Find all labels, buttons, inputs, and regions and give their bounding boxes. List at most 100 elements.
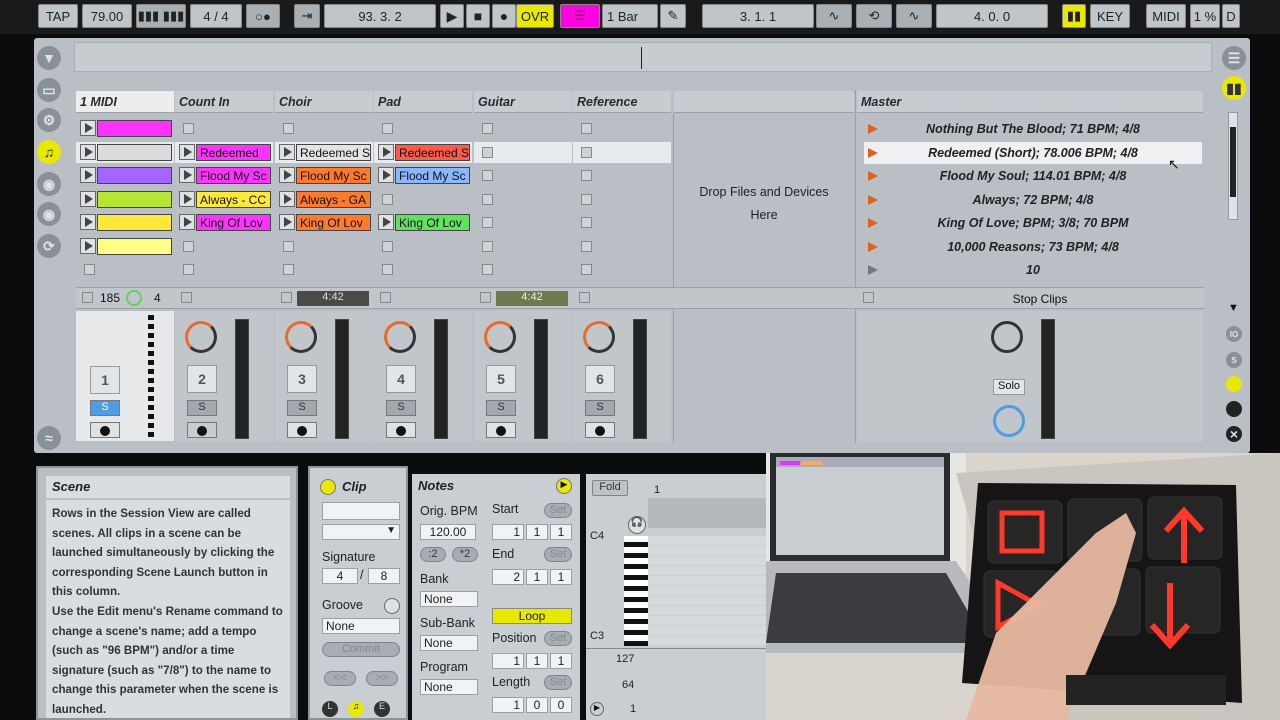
clip-slot[interactable] <box>76 212 174 233</box>
track-header-choir[interactable]: Choir <box>275 91 373 113</box>
loop-start[interactable]: 3. 1. 1 <box>702 4 814 28</box>
clip[interactable]: Redeemed <box>196 144 271 161</box>
scene-launch-icon[interactable] <box>868 124 878 134</box>
drop-zone[interactable]: Drop Files and Devices Here <box>674 115 854 285</box>
record-button[interactable]: ● <box>492 4 516 28</box>
play-icon[interactable] <box>80 167 96 183</box>
play-icon[interactable] <box>279 191 295 207</box>
overdub-button[interactable]: OVR <box>516 4 554 28</box>
track-number[interactable]: 6 <box>585 365 615 393</box>
half-button[interactable]: :2 <box>420 547 446 562</box>
metronome-toggle[interactable]: ○● <box>246 4 280 28</box>
io-icon[interactable]: IO <box>1226 326 1242 342</box>
session-record-icon[interactable]: ☰ <box>560 4 600 28</box>
program-select[interactable]: None <box>420 679 478 695</box>
arm-button[interactable] <box>287 422 317 438</box>
solo-button[interactable]: S <box>90 400 120 416</box>
clip-activator-icon[interactable] <box>320 479 336 495</box>
stop-icon[interactable] <box>382 123 393 134</box>
clip[interactable]: King Of Lov <box>196 214 271 231</box>
clip[interactable] <box>97 167 172 184</box>
track-header-reference[interactable]: Reference <box>573 91 671 113</box>
scene-launch-icon[interactable] <box>868 242 878 252</box>
session-view-icon[interactable]: ▮▮ <box>1222 76 1246 100</box>
clip[interactable]: King Of Lov <box>395 214 470 231</box>
play-icon[interactable] <box>179 214 195 230</box>
clip-slot[interactable] <box>573 236 671 257</box>
stop-icon[interactable] <box>283 241 294 252</box>
mixer-icon[interactable] <box>1226 376 1242 392</box>
orig-bpm-field[interactable]: 120.00 <box>420 524 476 540</box>
key-map-button[interactable]: KEY <box>1090 4 1130 28</box>
play-button[interactable]: ▶ <box>440 4 464 28</box>
clip-slot[interactable] <box>474 212 572 233</box>
stop-icon[interactable] <box>581 170 592 181</box>
scene-row[interactable]: Nothing But The Blood; 71 BPM; 4/8 <box>864 118 1202 140</box>
scene-scrollbar[interactable] <box>1228 112 1238 220</box>
clip-slot[interactable] <box>573 212 671 233</box>
clip[interactable] <box>97 144 172 161</box>
clip-slot[interactable] <box>474 118 572 139</box>
clip-slot[interactable] <box>374 118 472 139</box>
clip-slot[interactable] <box>573 165 671 186</box>
clip[interactable] <box>97 120 172 137</box>
tempo-field[interactable]: 79.00 <box>82 4 132 28</box>
overview-strip[interactable] <box>74 42 1212 72</box>
scene-launch-icon[interactable] <box>868 265 878 275</box>
play-icon[interactable]: ▶ <box>590 702 604 716</box>
play-icon[interactable] <box>179 167 195 183</box>
stop-icon[interactable] <box>581 194 592 205</box>
loop-brace[interactable] <box>648 498 766 528</box>
clip-slot[interactable]: King Of Lov <box>275 212 373 233</box>
clip-color-select[interactable]: ▼ <box>322 524 400 540</box>
song-position[interactable]: 93. 3. 2 <box>324 4 436 28</box>
play-icon[interactable] <box>179 191 195 207</box>
clip-slot[interactable] <box>474 189 572 210</box>
clip-slot[interactable]: Flood My Sc <box>275 165 373 186</box>
stop-clips-button[interactable]: Stop Clips <box>980 292 1100 306</box>
position-beat[interactable]: 1 <box>526 653 548 669</box>
start-sixteenth[interactable]: 1 <box>550 524 572 540</box>
play-icon[interactable] <box>279 214 295 230</box>
track-header-count-in[interactable]: Count In <box>175 91 273 113</box>
tap-button[interactable]: TAP <box>38 4 78 28</box>
stop-icon[interactable] <box>183 123 194 134</box>
stop-icon[interactable] <box>82 292 93 303</box>
clip-slot[interactable] <box>374 259 472 280</box>
play-icon[interactable] <box>80 120 96 136</box>
solo-button[interactable]: S <box>585 400 615 416</box>
subbank-select[interactable]: None <box>420 635 478 651</box>
clip[interactable]: Flood My Sc <box>395 167 470 184</box>
scene-launch-icon[interactable] <box>868 195 878 205</box>
play-icon[interactable] <box>378 214 394 230</box>
stop-icon[interactable] <box>581 241 592 252</box>
clips-icon[interactable]: ◉ <box>37 202 61 226</box>
clip[interactable] <box>97 214 172 231</box>
clip-slot[interactable] <box>275 118 373 139</box>
clip-name-field[interactable] <box>322 502 400 520</box>
stop-icon[interactable] <box>482 147 493 158</box>
solo-button[interactable]: S <box>486 400 516 416</box>
arrangement-icon[interactable]: ▭ <box>37 78 61 102</box>
track-number[interactable]: 3 <box>287 365 317 393</box>
stop-icon[interactable] <box>581 147 592 158</box>
piano-keys[interactable] <box>624 536 648 646</box>
clip-slot[interactable]: Always - CC <box>175 189 273 210</box>
position-bar[interactable]: 1 <box>492 653 524 669</box>
scene-row[interactable]: Redeemed (Short); 78.006 BPM; 4/8 <box>864 142 1202 164</box>
clip[interactable] <box>97 191 172 208</box>
start-beat[interactable]: 1 <box>526 524 548 540</box>
clip-slot[interactable] <box>175 118 273 139</box>
loop-switch-icon[interactable]: ⟲ <box>856 4 892 28</box>
play-icon[interactable] <box>378 167 394 183</box>
clip[interactable]: Flood My Sc <box>296 167 371 184</box>
track-header-guitar[interactable]: Guitar <box>474 91 572 113</box>
arm-button[interactable] <box>585 422 615 438</box>
stop-icon[interactable] <box>482 217 493 228</box>
pan-knob-icon[interactable] <box>285 321 317 353</box>
clip-slot[interactable] <box>573 118 671 139</box>
set-position-button[interactable]: Set <box>544 631 572 646</box>
loop-button[interactable]: Loop <box>492 608 572 624</box>
notes-box-icon[interactable]: ♫ <box>348 701 364 717</box>
set-length-button[interactable]: Set <box>544 675 572 690</box>
